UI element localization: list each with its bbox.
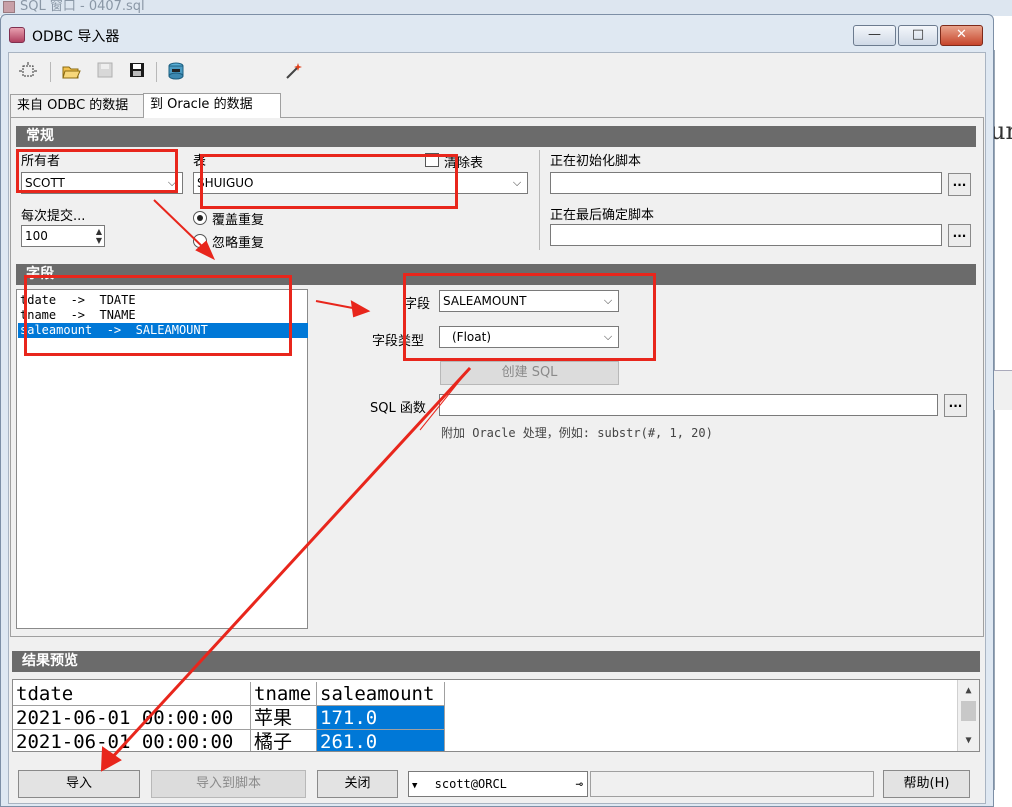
background-window-edge <box>994 50 995 790</box>
tab-oracle-target[interactable]: 到 Oracle 的数据 <box>143 93 281 118</box>
background-panel <box>994 370 1012 410</box>
general-divider <box>539 150 540 250</box>
maximize-button[interactable]: □ <box>898 25 938 46</box>
table-cell: 2021-06-01 00:00:00 <box>13 730 251 751</box>
minimize-button[interactable]: — <box>853 25 896 46</box>
sql-window-icon <box>3 1 15 13</box>
open-folder-icon[interactable] <box>59 61 83 83</box>
scroll-thumb[interactable] <box>961 701 976 721</box>
table-cell: 橘子 <box>251 730 317 751</box>
commit-every-label: 每次提交... <box>21 209 86 224</box>
scroll-up-icon[interactable]: ▲ <box>960 682 977 699</box>
commit-every-value: 100 <box>25 229 48 243</box>
magic-wand-icon[interactable] <box>281 61 305 83</box>
sql-function-hint: 附加 Oracle 处理，例如: substr(#, 1, 20) <box>441 426 713 440</box>
new-icon[interactable] <box>16 61 40 83</box>
create-sql-button: 创建 SQL <box>440 361 619 385</box>
init-script-input[interactable] <box>550 172 942 194</box>
dialog-title: ODBC 导入器 <box>32 29 120 45</box>
final-script-label: 正在最后确定脚本 <box>550 208 655 223</box>
connection-value: scott@ORCL <box>434 777 507 791</box>
annotation-box-field-type <box>403 273 656 361</box>
table-cell: 2021-06-01 00:00:00 <box>13 706 251 730</box>
import-button[interactable]: 导入 <box>18 770 140 798</box>
sql-function-input[interactable] <box>439 394 938 416</box>
final-script-browse-button[interactable]: ... <box>948 224 971 247</box>
init-script-label: 正在初始化脚本 <box>550 154 642 169</box>
column-header: tname <box>251 682 317 706</box>
overwrite-duplicates-radio[interactable] <box>193 211 207 225</box>
init-script-browse-button[interactable]: ... <box>948 173 971 196</box>
status-area <box>590 771 874 797</box>
sql-function-label: SQL 函数 <box>370 401 426 416</box>
column-header: tdate <box>13 682 251 706</box>
ignore-duplicates-label: 忽略重复 <box>212 236 265 251</box>
connection-selector[interactable]: ▼ scott@ORCL ⊸ <box>408 771 588 797</box>
chevron-down-icon: ⌵ <box>512 176 522 189</box>
overwrite-duplicates-label: 覆盖重复 <box>212 213 265 228</box>
close-window-button[interactable]: ✕ <box>940 25 983 46</box>
odbc-importer-icon <box>9 27 25 43</box>
commit-every-spinner[interactable]: 100 ▲ ▼ <box>21 225 105 247</box>
table-cell: 苹果 <box>251 706 317 730</box>
preview-section-header: 结果预览 <box>12 651 980 672</box>
import-to-script-button: 导入到脚本 <box>151 770 306 798</box>
save-icon[interactable] <box>125 61 149 83</box>
pin-icon[interactable]: ⊸ <box>576 772 583 796</box>
annotation-box-owner <box>16 149 178 193</box>
toolbar-separator <box>156 62 157 82</box>
scroll-down-icon[interactable]: ▼ <box>960 732 977 749</box>
result-preview-grid[interactable]: tdate tname saleamount 2021-06-01 00:00:… <box>12 679 980 752</box>
help-button[interactable]: 帮助(H) <box>883 770 970 798</box>
table-cell-highlighted: 261.0 <box>317 730 445 751</box>
spin-arrows-icon[interactable]: ▲ ▼ <box>96 227 102 245</box>
preview-scrollbar[interactable]: ▲ ▼ <box>957 680 979 751</box>
save-disabled-icon <box>93 61 117 83</box>
column-header: saleamount <box>317 682 445 706</box>
sql-function-browse-button[interactable]: ... <box>944 394 967 417</box>
database-icon[interactable] <box>164 61 188 83</box>
table-cell-highlighted: 171.0 <box>317 706 445 730</box>
tab-odbc-source[interactable]: 来自 ODBC 的数据 <box>10 94 145 118</box>
ignore-duplicates-radio[interactable] <box>193 234 207 248</box>
close-button[interactable]: 关闭 <box>317 770 398 798</box>
general-section-header: 常规 <box>16 126 976 147</box>
connection-dropdown-icon: ▼ <box>412 781 418 791</box>
final-script-input[interactable] <box>550 224 942 246</box>
toolbar-separator <box>50 62 51 82</box>
annotation-box-mappings <box>24 275 292 356</box>
annotation-box-table <box>200 154 458 209</box>
